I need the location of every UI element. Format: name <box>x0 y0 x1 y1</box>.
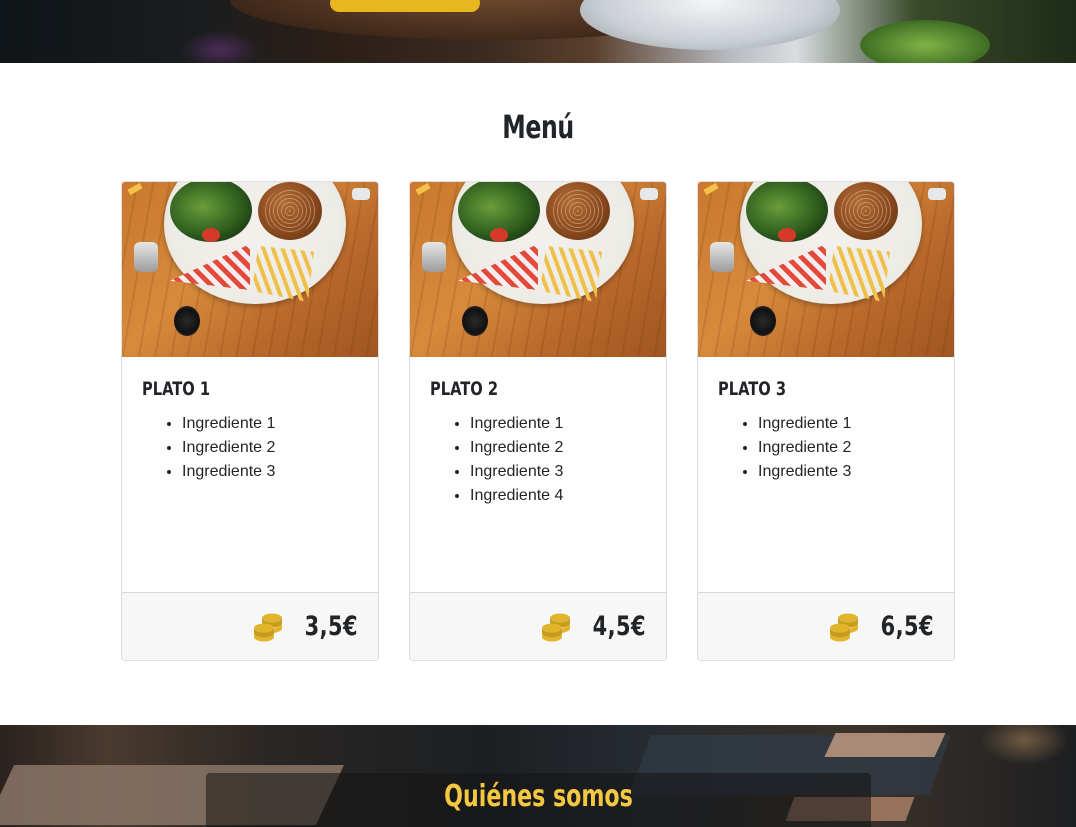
dish-price: 3,5€ <box>304 611 358 642</box>
ingredient-item: Ingrediente 1 <box>470 412 646 436</box>
coins-icon <box>542 613 571 641</box>
ingredient-list: Ingrediente 1 Ingrediente 2 Ingrediente … <box>142 412 358 484</box>
card-body: PLATO 2 Ingrediente 1 Ingrediente 2 Ingr… <box>410 357 666 528</box>
menu-cards: PLATO 1 Ingrediente 1 Ingrediente 2 Ingr… <box>121 181 955 661</box>
about-section-title: Quiénes somos <box>444 779 633 814</box>
dish-price: 4,5€ <box>592 611 646 642</box>
ingredient-item: Ingrediente 2 <box>758 436 934 460</box>
dish-name: PLATO 3 <box>718 378 787 400</box>
ingredient-item: Ingrediente 2 <box>182 436 358 460</box>
dish-image <box>122 182 378 357</box>
card-footer: 3,5€ <box>122 592 378 660</box>
ingredient-item: Ingrediente 1 <box>182 412 358 436</box>
card-footer: 6,5€ <box>698 592 954 660</box>
card-body: PLATO 1 Ingrediente 1 Ingrediente 2 Ingr… <box>122 357 378 504</box>
coins-icon <box>830 613 859 641</box>
ingredient-item: Ingrediente 4 <box>470 484 646 508</box>
coins-icon <box>254 613 283 641</box>
hero-image <box>0 0 1076 63</box>
dish-image <box>410 182 666 357</box>
menu-card: PLATO 1 Ingrediente 1 Ingrediente 2 Ingr… <box>121 181 379 661</box>
dish-name: PLATO 2 <box>430 378 499 400</box>
menu-section-title: Menú <box>502 108 574 146</box>
ingredient-list: Ingrediente 1 Ingrediente 2 Ingrediente … <box>430 412 646 508</box>
ingredient-item: Ingrediente 2 <box>470 436 646 460</box>
menu-card: PLATO 3 Ingrediente 1 Ingrediente 2 Ingr… <box>697 181 955 661</box>
card-footer: 4,5€ <box>410 592 666 660</box>
dish-price: 6,5€ <box>880 611 934 642</box>
ingredient-item: Ingrediente 1 <box>758 412 934 436</box>
menu-card: PLATO 2 Ingrediente 1 Ingrediente 2 Ingr… <box>409 181 667 661</box>
dish-name: PLATO 1 <box>142 378 211 400</box>
ingredient-item: Ingrediente 3 <box>182 460 358 484</box>
card-body: PLATO 3 Ingrediente 1 Ingrediente 2 Ingr… <box>698 357 954 504</box>
ingredient-list: Ingrediente 1 Ingrediente 2 Ingrediente … <box>718 412 934 484</box>
dish-image <box>698 182 954 357</box>
ingredient-item: Ingrediente 3 <box>470 460 646 484</box>
ingredient-item: Ingrediente 3 <box>758 460 934 484</box>
